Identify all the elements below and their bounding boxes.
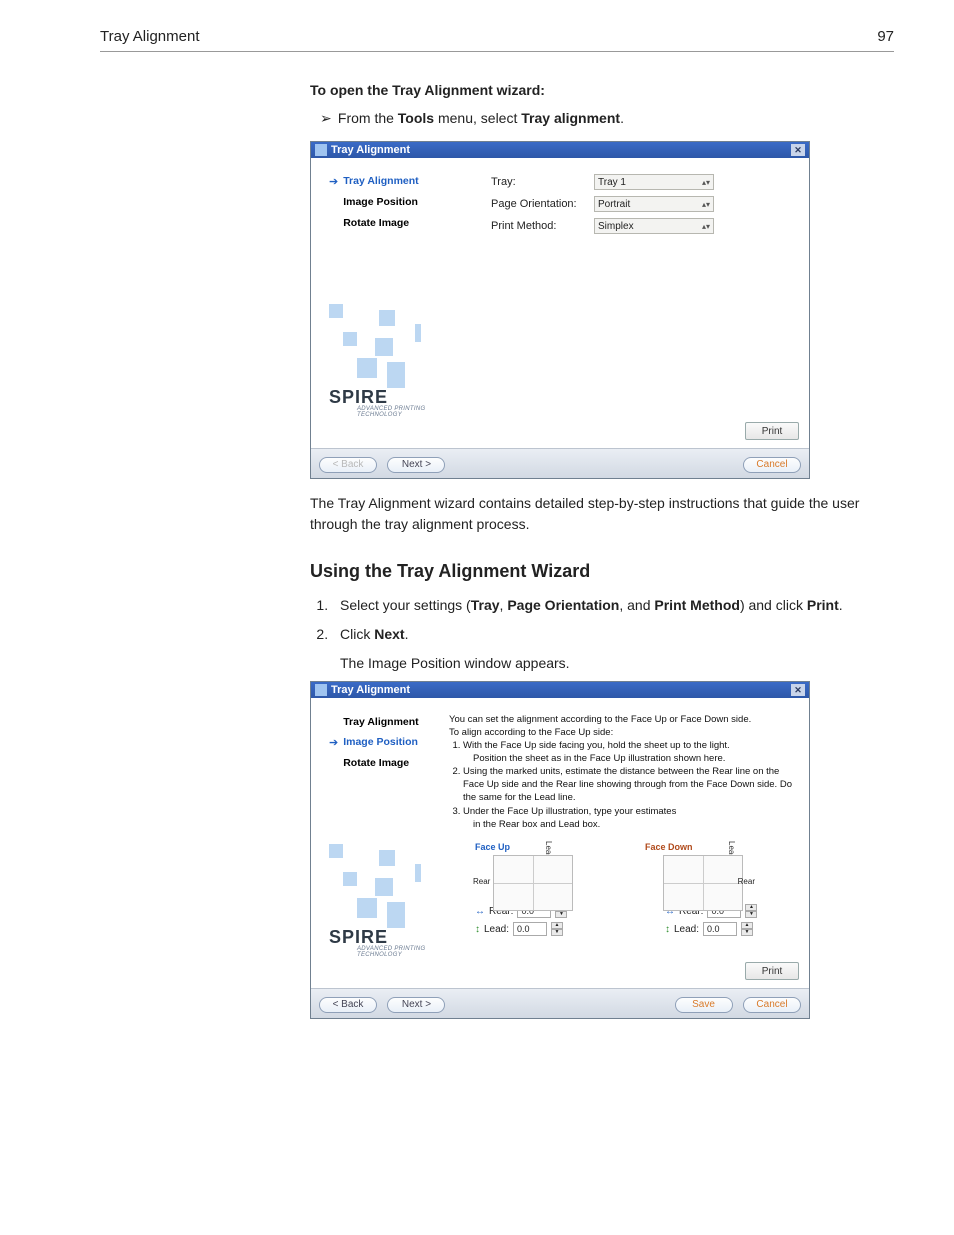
print-button[interactable]: Print — [745, 422, 799, 440]
face-up-diagram: Face Up Lead Rear — [475, 841, 585, 886]
arrow-vertical-icon: ↕ — [665, 924, 670, 935]
faceup-lead-input[interactable]: 0.0 — [513, 922, 547, 936]
step-2: Click Next. — [332, 623, 894, 647]
running-head-title: Tray Alignment — [100, 28, 200, 45]
intro-heading: To open the Tray Alignment wizard: — [310, 82, 894, 98]
arrow-right-icon: ➔ — [329, 733, 338, 754]
face-down-diagram: Face Down Lead Rear — [645, 841, 755, 886]
close-icon[interactable]: ✕ — [791, 684, 805, 696]
stepper-icon[interactable]: ▲▼ — [741, 922, 753, 936]
window-icon — [315, 684, 327, 696]
step-2-result: The Image Position window appears. — [340, 655, 894, 671]
arrow-vertical-icon: ↕ — [475, 924, 480, 935]
window-title: Tray Alignment — [331, 684, 410, 696]
wizard-step-image-position[interactable]: ➔Image Position — [329, 733, 427, 754]
window-icon — [315, 144, 327, 156]
cancel-button[interactable]: Cancel — [743, 457, 801, 473]
wizard-step-image-position[interactable]: ➔Image Position — [329, 193, 469, 214]
back-button[interactable]: < Back — [319, 457, 377, 473]
brand-tagline: ADVANCED PRINTING TECHNOLOGY — [357, 946, 427, 958]
wizard-step-tray-alignment[interactable]: ➔Tray Alignment — [329, 172, 469, 193]
wizard-step-list: ➔Tray Alignment ➔Image Position ➔Rotate … — [329, 712, 427, 775]
save-button[interactable]: Save — [675, 997, 733, 1013]
stepper-icon[interactable]: ▲▼ — [551, 922, 563, 936]
triangle-bullet-icon: ➢ — [320, 110, 334, 127]
wizard-description: The Tray Alignment wizard contains detai… — [310, 493, 894, 535]
wizard-step-tray-alignment[interactable]: ➔Tray Alignment — [329, 712, 427, 733]
back-button[interactable]: < Back — [319, 997, 377, 1013]
brand-name: SPIRE — [329, 927, 388, 948]
screenshot-tray-alignment-step1: Tray Alignment ✕ ➔Tray Alignment ➔Image … — [310, 141, 810, 479]
tray-dropdown[interactable]: Tray 1▴▾ — [594, 174, 714, 190]
brand-tagline: ADVANCED PRINTING TECHNOLOGY — [357, 406, 469, 418]
page-number: 97 — [877, 28, 894, 45]
next-button[interactable]: Next > — [387, 457, 445, 473]
orientation-dropdown[interactable]: Portrait▴▾ — [594, 196, 714, 212]
print-button[interactable]: Print — [745, 962, 799, 980]
stepper-icon[interactable]: ▲▼ — [745, 904, 757, 918]
step-1: Select your settings (Tray, Page Orienta… — [332, 594, 894, 618]
next-button[interactable]: Next > — [387, 997, 445, 1013]
chevron-updown-icon: ▴▾ — [702, 178, 710, 187]
wizard-step-rotate-image[interactable]: ➔Rotate Image — [329, 214, 469, 235]
method-label: Print Method: — [491, 220, 586, 232]
window-title: Tray Alignment — [331, 144, 410, 156]
instruction-text: You can set the alignment according to t… — [449, 714, 795, 831]
intro-instruction: ➢ From the Tools menu, select Tray align… — [320, 110, 894, 127]
wizard-step-rotate-image[interactable]: ➔Rotate Image — [329, 754, 427, 775]
method-dropdown[interactable]: Simplex▴▾ — [594, 218, 714, 234]
arrow-horizontal-icon: ↔ — [475, 906, 485, 917]
close-icon[interactable]: ✕ — [791, 144, 805, 156]
tray-label: Tray: — [491, 176, 586, 188]
brand-graphic: SPIRE ADVANCED PRINTING TECHNOLOGY — [329, 288, 469, 408]
cancel-button[interactable]: Cancel — [743, 997, 801, 1013]
brand-graphic: SPIRE ADVANCED PRINTING TECHNOLOGY — [329, 828, 427, 948]
screenshot-image-position-step: Tray Alignment ✕ ➔Tray Alignment ➔Image … — [310, 681, 810, 1019]
section-heading: Using the Tray Alignment Wizard — [310, 561, 894, 582]
orientation-label: Page Orientation: — [491, 198, 586, 210]
arrow-right-icon: ➔ — [329, 172, 338, 193]
chevron-updown-icon: ▴▾ — [702, 222, 710, 231]
facedown-lead-input[interactable]: 0.0 — [703, 922, 737, 936]
wizard-step-list: ➔Tray Alignment ➔Image Position ➔Rotate … — [329, 172, 469, 235]
brand-name: SPIRE — [329, 387, 388, 408]
chevron-updown-icon: ▴▾ — [702, 200, 710, 209]
